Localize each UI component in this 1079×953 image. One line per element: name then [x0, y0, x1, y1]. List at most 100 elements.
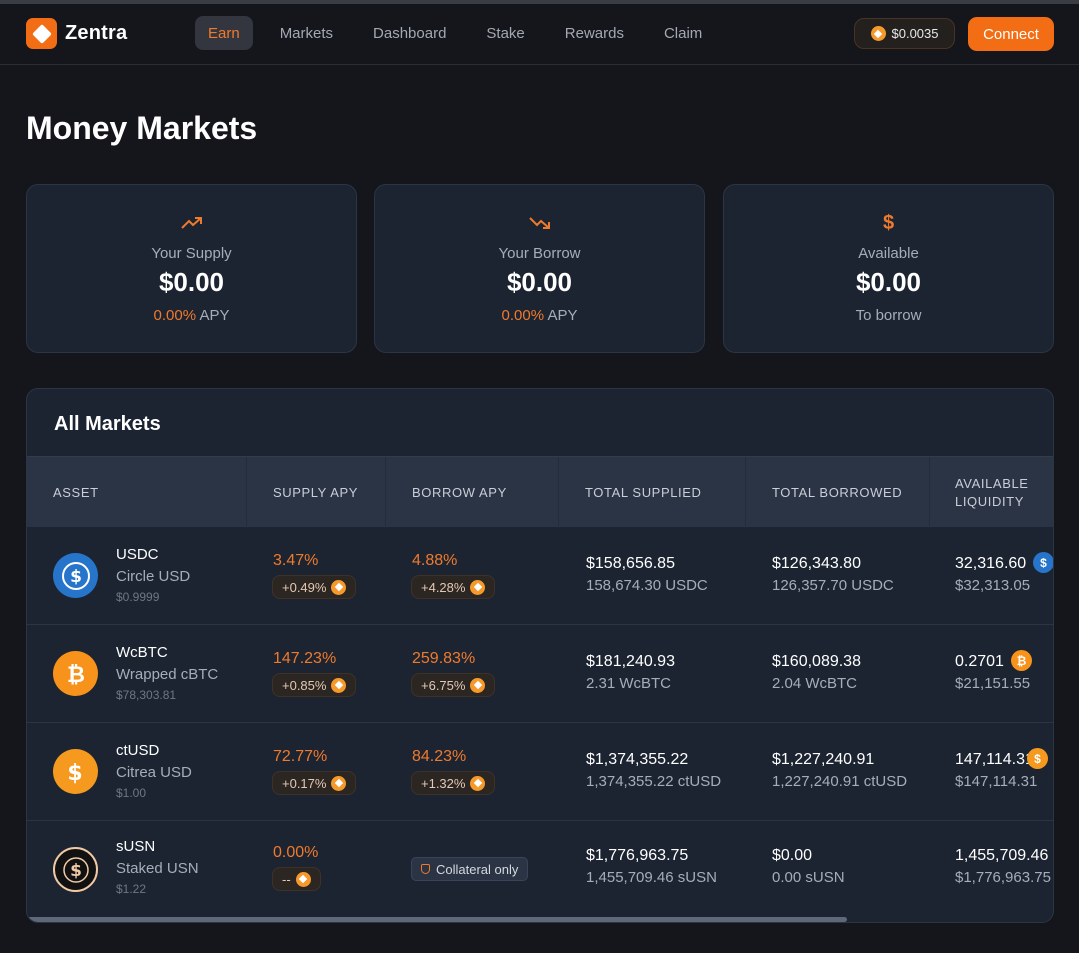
- reward-coin-icon: [331, 677, 347, 693]
- markets-title: All Markets: [54, 413, 161, 435]
- total-supplied: $1,374,355.22: [586, 751, 689, 768]
- susn-icon: $: [53, 847, 98, 892]
- main-nav: Earn Markets Dashboard Stake Rewards Cla…: [195, 16, 729, 50]
- total-borrowed-amount: 126,357.70 USDC: [772, 577, 894, 594]
- trending-up-icon: [27, 211, 356, 235]
- nav-dashboard[interactable]: Dashboard: [360, 16, 459, 50]
- col-available-liquidity[interactable]: AVAILABLE LIQUIDITY: [930, 457, 1053, 528]
- available-liquidity: 0.2701: [955, 653, 1004, 670]
- available-liquidity-usd: $32,313.05: [955, 577, 1031, 594]
- available-liquidity-usd: $1,776,963.75: [955, 869, 1051, 886]
- reward-coin-icon: [331, 579, 347, 595]
- shield-icon: [421, 864, 430, 874]
- page-title: Money Markets: [26, 110, 258, 146]
- total-borrowed: $160,089.38: [772, 653, 861, 670]
- table-row[interactable]: $ sUSN Staked USN $1.22 0.00% -- Collate…: [27, 821, 1053, 919]
- supply-bonus-badge: +0.17%: [272, 771, 357, 795]
- asset-symbol: sUSN: [116, 838, 156, 855]
- total-borrowed-amount: 1,227,240.91 ctUSD: [772, 773, 908, 790]
- supply-apy: 3.47%: [273, 552, 319, 569]
- stat-value: $0.00: [855, 267, 922, 297]
- collateral-only-badge: Collateral only: [411, 857, 529, 881]
- total-borrowed-amount: 2.04 WcBTC: [772, 675, 858, 692]
- svg-text:$: $: [67, 761, 82, 786]
- collateral-label: Collateral only: [436, 861, 519, 877]
- supply-apy: 0.00%: [273, 844, 319, 861]
- bonus-value: +0.49%: [282, 579, 327, 595]
- supply-bonus-badge: +0.85%: [272, 673, 357, 697]
- col-total-borrowed[interactable]: TOTAL BORROWED: [746, 457, 930, 528]
- supply-bonus-badge: +0.49%: [272, 575, 357, 599]
- asset-symbol: WcBTC: [116, 644, 168, 661]
- stat-suffix: To borrow: [855, 307, 922, 324]
- total-supplied-amount: 2.31 WcBTC: [586, 675, 672, 692]
- total-borrowed-amount: 0.00 sUSN: [772, 869, 845, 886]
- bonus-value: +0.17%: [282, 775, 327, 791]
- reward-coin-icon: [470, 775, 486, 791]
- table-row[interactable]: ₿ WcBTC Wrapped cBTC $78,303.81 147.23% …: [27, 625, 1053, 723]
- token-price-badge[interactable]: $0.0035: [854, 18, 955, 49]
- bitcoin-small-icon: ₿: [1011, 650, 1032, 671]
- stat-value: $0.00: [506, 267, 573, 297]
- svg-text:$: $: [70, 567, 82, 587]
- total-supplied: $158,656.85: [586, 555, 675, 572]
- nav-rewards[interactable]: Rewards: [552, 16, 637, 50]
- table-header: ASSET SUPPLY APY BORROW APY TOTAL SUPPLI…: [27, 456, 1053, 528]
- asset-price: $1.00: [116, 786, 147, 800]
- logo[interactable]: Zentra: [26, 18, 127, 49]
- stat-label: Available: [858, 245, 919, 262]
- svg-text:₿: ₿: [67, 663, 85, 688]
- bonus-value: +0.85%: [282, 677, 327, 693]
- bonus-value: +4.28%: [421, 579, 466, 595]
- svg-text:$: $: [70, 861, 82, 881]
- usdc-icon: $: [53, 553, 98, 598]
- total-supplied: $181,240.93: [586, 653, 675, 670]
- col-borrow-apy[interactable]: BORROW APY: [386, 457, 559, 528]
- connect-button[interactable]: Connect: [968, 17, 1054, 51]
- asset-name: Staked USN: [116, 860, 199, 877]
- stat-card-supply: Your Supply $0.00 0.00% APY: [26, 184, 357, 353]
- available-liquidity: 147,114.31: [955, 751, 1034, 768]
- app-name: Zentra: [65, 22, 128, 44]
- borrow-apy: 259.83%: [412, 650, 476, 667]
- available-liquidity-usd: $147,114.31: [955, 773, 1038, 790]
- available-liquidity: 1,455,709.46: [955, 847, 1049, 864]
- top-nav-bar: Zentra Earn Markets Dashboard Stake Rewa…: [0, 4, 1079, 65]
- stat-pct: 0.00%: [153, 307, 197, 324]
- stat-suffix: APY: [547, 307, 578, 324]
- borrow-bonus-badge: +6.75%: [411, 673, 496, 697]
- nav-claim[interactable]: Claim: [651, 16, 715, 50]
- available-liquidity: 32,316.60: [955, 555, 1027, 572]
- zentra-logo-icon: [26, 18, 57, 49]
- nav-earn[interactable]: Earn: [195, 16, 253, 50]
- usdc-small-icon: $: [1033, 552, 1053, 573]
- supply-apy: 147.23%: [273, 650, 337, 667]
- dollar-icon: $: [882, 211, 895, 234]
- reward-coin-icon: [470, 579, 486, 595]
- available-liquidity-usd: $21,151.55: [955, 675, 1031, 692]
- stat-label: Your Supply: [151, 245, 232, 262]
- nav-stake[interactable]: Stake: [473, 16, 537, 50]
- horizontal-scrollbar-thumb[interactable]: [27, 917, 847, 922]
- col-supply-apy[interactable]: SUPPLY APY: [247, 457, 386, 528]
- col-asset[interactable]: ASSET: [27, 457, 247, 528]
- total-borrowed: $126,343.80: [772, 555, 861, 572]
- total-supplied-amount: 1,455,709.46 sUSN: [586, 869, 717, 886]
- bonus-value: --: [282, 871, 291, 887]
- table-row[interactable]: $ USDC Circle USD $0.9999 3.47% +0.49% 4…: [27, 527, 1053, 625]
- ctusd-icon: $: [53, 749, 98, 794]
- total-borrowed: $1,227,240.91: [772, 751, 875, 768]
- reward-coin-icon: [331, 775, 347, 791]
- asset-price: $0.9999: [116, 590, 160, 604]
- reward-coin-icon: [295, 871, 311, 887]
- stat-card-available: $ Available $0.00 To borrow: [723, 184, 1054, 353]
- total-supplied: $1,776,963.75: [586, 847, 689, 864]
- col-total-supplied[interactable]: TOTAL SUPPLIED: [559, 457, 746, 528]
- bitcoin-icon: ₿: [53, 651, 98, 696]
- table-row[interactable]: $ ctUSD Citrea USD $1.00 72.77% +0.17% 8…: [27, 723, 1053, 821]
- borrow-bonus-badge: +1.32%: [411, 771, 496, 795]
- supply-apy: 72.77%: [273, 748, 328, 765]
- nav-markets[interactable]: Markets: [267, 16, 346, 50]
- asset-name: Circle USD: [116, 568, 191, 585]
- trending-down-icon: [375, 211, 704, 235]
